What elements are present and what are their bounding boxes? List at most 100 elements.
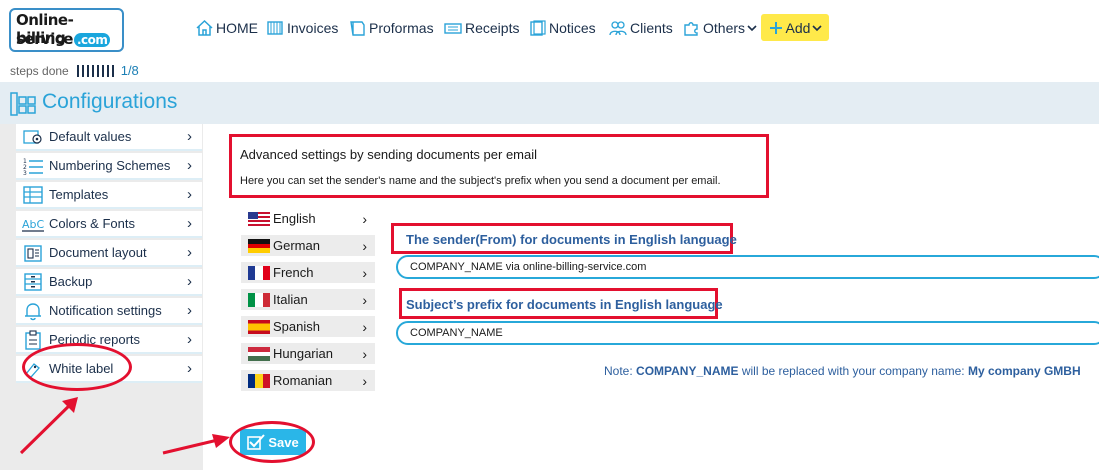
us-flag-icon	[248, 211, 270, 226]
logo-line-2: service .com	[16, 30, 111, 48]
subject-input[interactable]: COMPANY_NAME	[396, 321, 1099, 345]
add-button[interactable]: Add	[761, 14, 829, 41]
note-placeholder: COMPANY_NAME	[636, 364, 739, 378]
sidebar-item-label: Default values	[49, 129, 132, 144]
template-grid-icon	[23, 185, 43, 204]
puzzle-icon	[684, 22, 698, 36]
bell-icon	[25, 302, 41, 320]
home-icon	[196, 19, 213, 36]
highlight-ring	[22, 343, 132, 391]
nav-invoices-label: Invoices	[287, 20, 339, 36]
steps-bars	[76, 64, 114, 77]
app-logo[interactable]: Online-billing service .com	[9, 8, 124, 52]
chevron-right-icon: ›	[187, 360, 192, 377]
nav-others-label: Others	[703, 20, 746, 36]
language-label: Spanish	[273, 319, 320, 334]
language-label: German	[273, 238, 320, 253]
numbered-list-icon: 123	[23, 158, 43, 176]
language-label: Romanian	[273, 373, 333, 388]
chevron-right-icon: ›	[187, 128, 192, 145]
sidebar-item-label: Document layout	[49, 245, 147, 260]
sidebar-item-label: Colors & Fonts	[49, 216, 135, 231]
subject-label: Subject’s prefix for documents in Englis…	[406, 297, 723, 312]
nav-others[interactable]: Others	[682, 14, 759, 42]
intro-highlight-box	[229, 134, 769, 198]
language-tab-french[interactable]: French ›	[241, 262, 375, 286]
layout-icon	[24, 244, 42, 262]
config-icon	[10, 92, 36, 116]
nav-proformas[interactable]: Proformas	[348, 14, 434, 42]
language-label: Italian	[273, 292, 308, 307]
note-company: My company GMBH	[967, 364, 1081, 378]
sidebar-item-label: Notification settings	[49, 303, 162, 318]
nav-invoices[interactable]: Invoices	[266, 14, 338, 42]
language-tab-romanian[interactable]: Romanian ›	[241, 370, 375, 394]
nav-notices[interactable]: Notices	[528, 14, 596, 42]
highlight-arrow-icon	[19, 397, 78, 455]
fr-flag-icon	[248, 265, 270, 280]
chevron-right-icon: ›	[187, 273, 192, 290]
es-flag-icon	[248, 319, 270, 334]
de-flag-icon	[248, 238, 270, 253]
chevron-right-icon: ›	[362, 210, 367, 227]
chevron-right-icon: ›	[362, 345, 367, 362]
note-middle: will be replaced with your company name:	[741, 364, 965, 378]
nav-receipts[interactable]: Receipts	[443, 14, 519, 42]
nav-clients-label: Clients	[630, 20, 673, 36]
nav-receipts-label: Receipts	[465, 20, 520, 36]
abc-icon: AbC	[22, 218, 45, 232]
sidebar-item-colors-fonts[interactable]: AbC Colors & Fonts ›	[16, 211, 202, 238]
nav-home-label: HOME	[216, 20, 258, 36]
it-flag-icon	[248, 292, 270, 307]
settings-doc-icon	[23, 129, 42, 144]
chevron-right-icon: ›	[187, 302, 192, 319]
chevron-down-icon	[812, 24, 823, 31]
language-tab-italian[interactable]: Italian ›	[241, 289, 375, 313]
chevron-right-icon: ›	[187, 244, 192, 261]
steps-count: 1/8	[120, 63, 139, 78]
section-title: Advanced settings by sending documents p…	[240, 147, 538, 162]
sender-label: The sender(From) for documents in Englis…	[406, 232, 737, 247]
language-tab-spanish[interactable]: Spanish ›	[241, 316, 375, 340]
chevron-right-icon: ›	[187, 331, 192, 348]
highlight-arrow-icon	[162, 434, 230, 455]
sidebar-item-document-layout[interactable]: Document layout ›	[16, 240, 202, 267]
sidebar-item-templates[interactable]: Templates ›	[16, 182, 202, 209]
svg-text:AbC: AbC	[22, 218, 45, 231]
plus-icon	[769, 21, 782, 34]
sidebar-item-backup[interactable]: Backup ›	[16, 269, 202, 296]
language-tab-german[interactable]: German ›	[241, 235, 375, 259]
chevron-right-icon: ›	[362, 237, 367, 254]
highlight-ring	[229, 421, 315, 463]
nav-notices-label: Notices	[549, 20, 596, 36]
receipt-icon	[444, 23, 462, 34]
language-tab-english[interactable]: English ›	[241, 208, 375, 232]
sidebar-item-notification-settings[interactable]: Notification settings ›	[16, 298, 202, 325]
language-label: French	[273, 265, 314, 280]
section-description: Here you can set the sender's name and t…	[240, 175, 721, 187]
page-title: Configurations	[42, 90, 178, 113]
notice-icon	[530, 20, 546, 36]
chevron-right-icon: ›	[362, 318, 367, 335]
proforma-icon	[350, 21, 365, 36]
sidebar-item-label: Backup	[49, 274, 93, 289]
sender-input[interactable]: COMPANY_NAME via online-billing-service.…	[396, 255, 1099, 279]
logo-suffix: .com	[73, 33, 111, 47]
note-prefix: Note:	[604, 364, 633, 378]
language-tab-hungarian[interactable]: Hungarian ›	[241, 343, 375, 367]
sidebar-item-default-values[interactable]: Default values ›	[16, 124, 202, 151]
chevron-right-icon: ›	[187, 215, 192, 232]
hu-flag-icon	[248, 346, 270, 361]
chevron-right-icon: ›	[187, 157, 192, 174]
svg-text:3: 3	[23, 170, 27, 176]
language-label: Hungarian	[273, 346, 333, 361]
language-label: English	[273, 211, 316, 226]
chevron-right-icon: ›	[187, 186, 192, 203]
clipboard-icon	[25, 329, 41, 350]
chevron-down-icon	[747, 25, 757, 32]
chevron-right-icon: ›	[362, 264, 367, 281]
sidebar-item-numbering-schemes[interactable]: 123 Numbering Schemes ›	[16, 153, 202, 180]
ro-flag-icon	[248, 373, 270, 388]
nav-clients[interactable]: Clients	[608, 14, 673, 42]
nav-home[interactable]: HOME	[195, 14, 258, 42]
